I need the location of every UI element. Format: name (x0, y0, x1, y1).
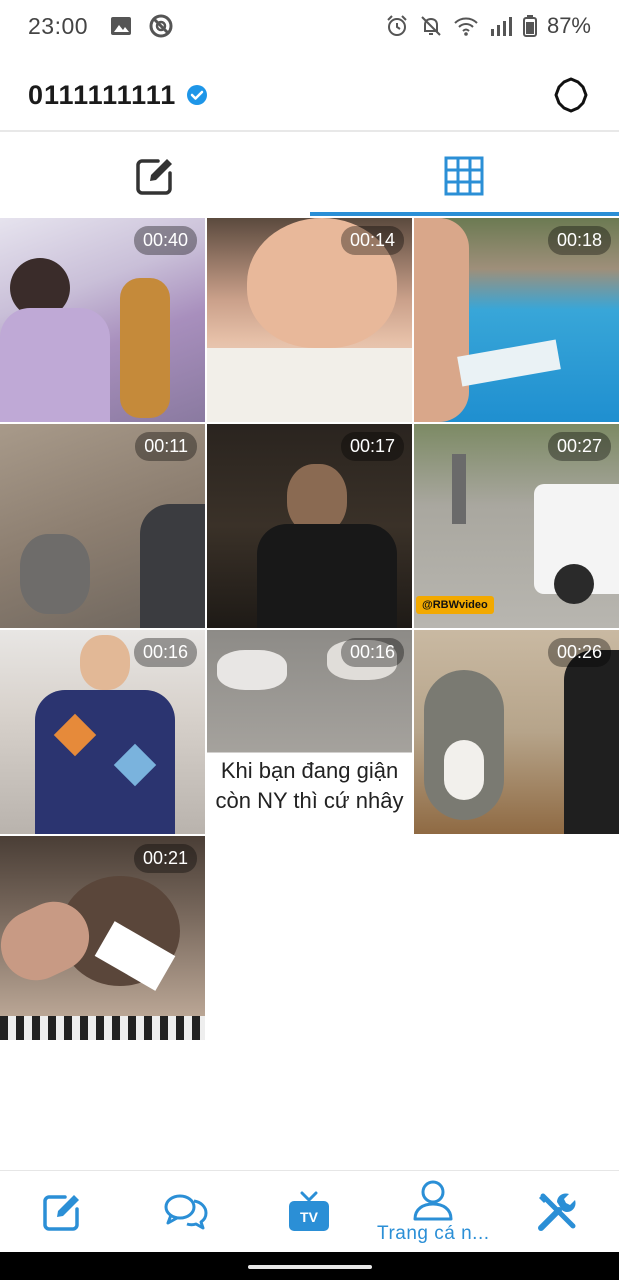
nav-profile[interactable]: Trang cá n... (371, 1171, 495, 1252)
video-duration: 00:27 (547, 432, 611, 461)
battery-icon (522, 15, 537, 37)
chat-icon (164, 1194, 208, 1229)
status-right-icons: 87% (385, 13, 591, 39)
nav-tv[interactable]: TV (248, 1171, 372, 1252)
video-grid: 00:40 00:14 00:18 00:11 00:17 @RBWvideo … (0, 218, 619, 1040)
profile-header: 0111111111 (0, 60, 619, 132)
verified-check-icon (187, 85, 208, 105)
nav-profile-label: Trang cá n... (377, 1222, 490, 1244)
no-signal-icon (149, 14, 173, 38)
system-navigation-bar (0, 1252, 619, 1280)
profile-icon (413, 1180, 453, 1220)
tv-icon: TV (289, 1191, 330, 1231)
video-duration: 00:14 (340, 226, 404, 255)
video-duration: 00:17 (340, 432, 404, 461)
video-thumbnail[interactable]: 00:40 (0, 218, 205, 422)
video-thumbnail[interactable]: 00:16 (0, 630, 205, 834)
grid-icon (444, 156, 484, 196)
video-duration: 00:16 (133, 638, 197, 667)
video-thumbnail[interactable]: 00:21 (0, 836, 205, 1040)
video-duration: 00:40 (133, 226, 197, 255)
video-watermark: @RBWvideo (416, 596, 494, 614)
status-bar: 23:00 87% (0, 0, 619, 52)
compose-icon (43, 1194, 79, 1231)
tab-posts[interactable] (0, 136, 310, 216)
video-duration: 00:26 (547, 638, 611, 667)
settings-button[interactable] (551, 75, 591, 115)
home-gesture-pill[interactable] (248, 1265, 372, 1269)
battery-percent: 87% (546, 13, 591, 38)
edit-icon (136, 159, 172, 195)
video-thumbnail[interactable]: 00:17 (207, 424, 412, 628)
signal-icon (490, 17, 512, 36)
tab-videos-grid[interactable] (309, 136, 619, 216)
status-left-icons (110, 13, 174, 39)
nav-chat[interactable] (124, 1171, 248, 1252)
video-duration: 00:16 (340, 638, 404, 667)
mute-icon (421, 16, 441, 36)
video-caption: Khi bạn đang giận còn NY thì cứ nhây (207, 754, 412, 834)
nav-compose[interactable] (0, 1171, 124, 1252)
svg-text:TV: TV (301, 1209, 320, 1225)
video-thumbnail[interactable]: 00:26 (414, 630, 619, 834)
video-duration: 00:11 (135, 432, 197, 461)
status-time: 23:00 (28, 12, 89, 39)
video-thumbnail[interactable]: Khi bạn đang giận còn NY thì cứ nhây 00:… (207, 630, 412, 834)
video-thumbnail[interactable]: 00:14 (207, 218, 412, 422)
wifi-icon (454, 17, 478, 36)
nav-tools[interactable] (495, 1171, 619, 1252)
image-icon (111, 17, 132, 35)
tools-icon (538, 1192, 576, 1231)
bottom-navigation: TV Trang cá n... (0, 1170, 619, 1252)
profile-name: 0111111111 (28, 79, 177, 110)
settings-gear-icon (554, 77, 588, 113)
video-thumbnail[interactable]: 00:11 (0, 424, 205, 628)
video-thumbnail[interactable]: 00:18 (414, 218, 619, 422)
video-duration: 00:18 (547, 226, 611, 255)
video-duration: 00:21 (133, 844, 197, 873)
profile-tabs (0, 136, 619, 216)
alarm-icon (387, 15, 407, 36)
video-thumbnail[interactable]: @RBWvideo 00:27 (414, 424, 619, 628)
